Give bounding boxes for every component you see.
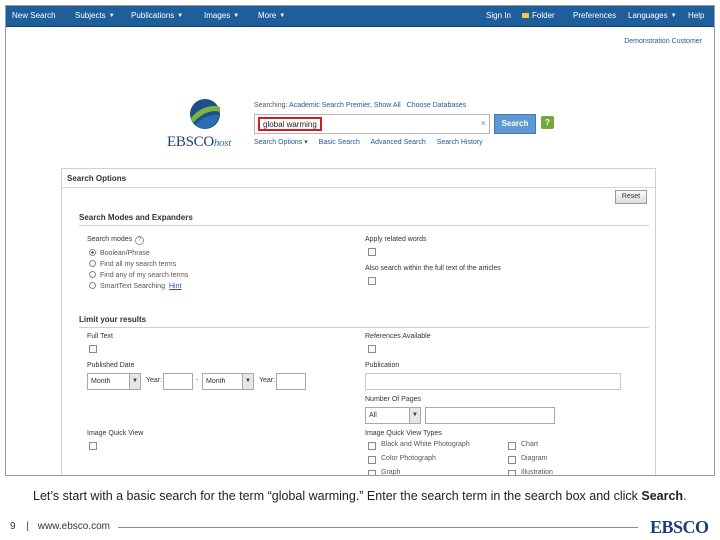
database-link[interactable]: Academic Search Premier, Show All [289,102,401,109]
divider [79,225,649,226]
chevron-down-icon: ▼ [129,374,140,389]
reset-button[interactable]: Reset [615,190,647,204]
page-number: 9 [10,521,16,532]
search-box: × [254,114,490,134]
folder-icon [522,13,529,18]
clear-icon[interactable]: × [481,118,486,128]
pages-operator-select[interactable]: All ▼ [365,407,421,424]
type-checkbox[interactable] [508,456,516,464]
radio-icon[interactable] [89,260,96,267]
search-button[interactable]: Search [494,114,536,134]
also-search-fulltext-checkbox[interactable] [368,277,376,285]
advanced-search-link[interactable]: Advanced Search [370,139,425,146]
type-checkbox[interactable] [508,442,516,450]
full-text-checkbox[interactable] [89,345,97,353]
nav-subjects[interactable]: Subjects ▼ [75,6,115,27]
start-year-label: Year: [146,377,163,384]
radio-icon[interactable] [89,271,96,278]
image-quick-view-types-label: Image Quick View Types [365,430,442,437]
radio-icon[interactable] [89,282,96,289]
database-selection-line: Searching: Academic Search Premier, Show… [254,102,467,109]
image-quick-view-label: Image Quick View [87,430,144,437]
choose-databases-link[interactable]: Choose Databases [407,102,467,109]
nav-new-search[interactable]: New Search [12,6,56,27]
type-black-white-photo: Black and White Photograph [381,441,470,448]
chevron-down-icon: ▼ [177,13,184,19]
date-range-dash: - [196,377,199,384]
mode-smarttext[interactable]: SmartText Searching Hint [89,282,181,290]
slide-footer: 9 | www.ebsco.com [10,521,110,532]
divider [62,187,655,188]
nav-images[interactable]: Images ▼ [204,6,239,27]
help-icon[interactable]: ? [135,236,145,245]
mode-boolean-phrase[interactable]: Boolean/Phrase [89,249,150,257]
type-checkbox[interactable] [368,456,376,464]
screenshot-frame: New Search Subjects ▼ Publications ▼ Image… [5,5,715,476]
search-modes-section-title: Search Modes and Expanders [79,213,193,222]
references-available-label: References Available [365,333,431,340]
mode-find-any[interactable]: Find any of my search terms [89,271,188,279]
help-icon[interactable]: ? [541,116,554,129]
footer-separator: | [26,521,29,532]
top-navigation-bar: New Search Subjects ▼ Publications ▼ Image… [6,6,714,27]
also-search-fulltext-label: Also search within the full text of the … [365,265,501,272]
apply-related-words-checkbox[interactable] [368,248,376,256]
ebsco-footer-logo: EBSCO [650,517,709,537]
type-graph: Graph [381,469,401,476]
publication-input[interactable] [365,373,621,390]
chevron-down-icon: ▼ [670,13,677,19]
search-input[interactable] [258,117,322,131]
type-illustration: Illustration [521,469,553,476]
limit-results-section-title: Limit your results [79,315,147,324]
full-text-label: Full Text [87,333,113,340]
search-options-panel: Search Options Reset Search Modes and Ex… [61,168,656,476]
search-options-link[interactable]: Search Options ▾ [254,139,308,146]
number-of-pages-label: Number Of Pages [365,396,422,403]
search-history-link[interactable]: Search History [437,139,483,146]
published-date-label: Published Date [87,362,135,369]
chevron-down-icon: ▼ [409,408,420,423]
hint-link[interactable]: Hint [169,283,181,290]
type-checkbox[interactable] [368,470,376,475]
image-quick-view-checkbox[interactable] [89,442,97,450]
nav-publications[interactable]: Publications ▼ [131,6,183,27]
nav-folder[interactable]: Folder [522,6,555,27]
footer-url: www.ebsco.com [37,521,110,532]
divider [79,327,649,328]
ebsco-host-wordmark: EBSCOhost [167,134,231,150]
nav-preferences[interactable]: Preferences [573,6,616,27]
type-diagram: Diagram [521,455,548,462]
footer-divider [118,527,638,528]
customer-name: Demonstration Customer [624,38,702,45]
end-month-select[interactable]: Month ▼ [202,373,254,390]
nav-help[interactable]: Help [688,6,704,27]
chevron-down-icon: ▼ [242,374,253,389]
chevron-down-icon: ▼ [279,13,286,19]
slide-caption: Let’s start with a basic search for the … [33,489,687,503]
radio-selected-icon[interactable] [89,249,96,256]
type-checkbox[interactable] [368,442,376,450]
start-month-select[interactable]: Month ▼ [87,373,141,390]
chevron-down-icon: ▼ [108,13,115,19]
nav-sign-in[interactable]: Sign In [486,6,511,27]
apply-related-words-label: Apply related words [365,236,427,243]
references-available-checkbox[interactable] [368,345,376,353]
type-chart: Chart [521,441,539,448]
end-year-input[interactable] [276,373,306,390]
basic-search-link[interactable]: Basic Search [319,139,360,146]
type-color-photo: Color Photograph [381,455,436,462]
search-links-row: Search Options ▾ Basic Search Advanced S… [254,138,492,146]
chevron-down-icon: ▼ [233,13,240,19]
end-year-label: Year: [259,377,276,384]
mode-find-all[interactable]: Find all my search terms [89,260,176,268]
ebsco-globe-logo-icon [190,99,220,129]
start-year-input[interactable] [163,373,193,390]
pages-input[interactable] [425,407,555,424]
panel-title: Search Options [67,174,127,183]
type-checkbox[interactable] [508,470,516,475]
search-modes-label: Search modes? [87,236,145,245]
nav-more[interactable]: More ▼ [258,6,285,27]
nav-languages[interactable]: Languages ▼ [628,6,677,27]
publication-label: Publication [365,362,400,369]
